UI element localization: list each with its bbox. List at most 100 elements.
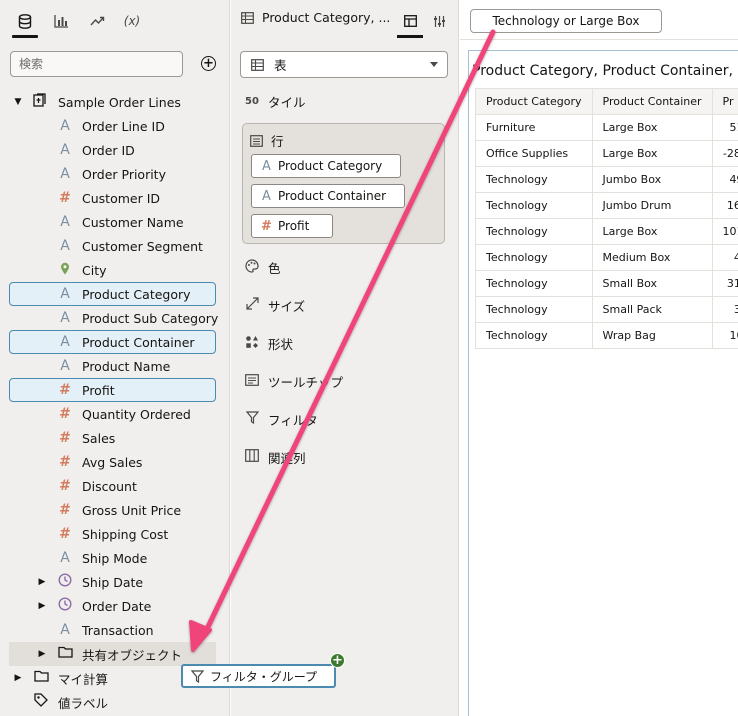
tree-item-column[interactable]: ▶ Order Date (0, 594, 230, 618)
tree-item-column[interactable]: ▶ Ship Date (0, 570, 230, 594)
collapsed-caret-icon[interactable]: ▶ (37, 649, 47, 659)
tree-item-column[interactable]: A Product Sub Category (0, 306, 230, 330)
tree-item-column[interactable]: # Gross Unit Price (0, 498, 230, 522)
tree-item-shared-objects[interactable]: ▶ 共有オブジェクト (0, 642, 230, 666)
tree-item-column[interactable]: # Avg Sales (0, 450, 230, 474)
table-cell: Wrap Bag (591, 322, 713, 349)
tree-item-column[interactable]: A Ship Mode (0, 546, 230, 570)
tree-item-label: Product Container (82, 334, 195, 350)
table-cell: Technology (475, 244, 593, 271)
tree-item-label: Ship Mode (82, 550, 148, 566)
clock-icon (57, 573, 73, 591)
add-data-button[interactable]: + (201, 56, 216, 71)
row-pill-profit[interactable]: # Profit (251, 214, 333, 238)
related-columns-section[interactable]: 関連列 (244, 448, 306, 467)
table-cell: Small Box (591, 270, 713, 297)
table-cell: Medium Box (591, 244, 713, 271)
tree-item-label: 共有オブジェクト (82, 647, 183, 663)
collapsed-caret-icon[interactable]: ▶ (37, 601, 47, 611)
table-row[interactable]: TechnologySmall Pack39, (475, 296, 738, 323)
filter-bar-divider (460, 39, 738, 40)
tree-item-value-labels[interactable]: 値ラベル (0, 690, 230, 714)
viz-title-short: Product Category, ... (262, 10, 391, 25)
measure-icon: # (261, 218, 272, 234)
tile-section[interactable]: 50 タイル (244, 92, 305, 111)
table-cell: Jumbo Drum (591, 192, 713, 219)
tree-item-column[interactable]: A Order Line ID (0, 114, 230, 138)
viz-type-select[interactable]: 表 (240, 51, 448, 78)
table-row[interactable]: FurnitureLarge Box51,( (475, 114, 738, 141)
tree-item-label: Discount (82, 478, 137, 494)
tree-item-column[interactable]: A Product Category (0, 282, 230, 306)
color-section[interactable]: 色 (244, 258, 281, 277)
filter-label: フィルタ (268, 413, 318, 428)
collapsed-caret-icon[interactable]: ▶ (37, 577, 47, 587)
grammar-tab[interactable] (397, 8, 423, 38)
measure-icon: # (59, 502, 71, 518)
calculations-tab[interactable]: (x) (117, 7, 147, 35)
tree-item-column[interactable]: A Customer Segment (0, 234, 230, 258)
attribute-icon: A (60, 286, 70, 302)
tree-item-column[interactable]: A Product Name (0, 354, 230, 378)
table-row[interactable]: TechnologyMedium Box46, (475, 244, 738, 271)
attribute-icon: A (60, 142, 70, 158)
column-header[interactable]: Product Category (475, 88, 593, 115)
analytics-tab[interactable] (82, 7, 112, 35)
viz-header: Product Category, ... (241, 10, 390, 25)
table-row[interactable]: TechnologyJumbo Box49,! (475, 166, 738, 193)
tree-item-label: Order ID (82, 142, 135, 158)
table-row[interactable]: Office SuppliesLarge Box-28,4 (475, 140, 738, 167)
table-icon (241, 11, 254, 24)
table-row[interactable]: TechnologySmall Box314, (475, 270, 738, 297)
rows-drop-zone[interactable]: 行 A Product Category A Product Container… (242, 123, 445, 244)
add-plus-icon: + (330, 653, 345, 668)
tree-item-column[interactable]: A Transaction (0, 618, 230, 642)
data-tab[interactable] (10, 7, 40, 38)
table-cell: 168, (711, 192, 738, 219)
table-row[interactable]: TechnologyLarge Box101,( (475, 218, 738, 245)
filter-icon (191, 669, 204, 683)
tree-item-column[interactable]: A Product Container (0, 330, 230, 354)
tree-item-column[interactable]: # Quantity Ordered (0, 402, 230, 426)
column-header[interactable]: Pr (711, 88, 738, 115)
table-cell: 49,! (711, 166, 738, 193)
rows-label: 行 (271, 134, 284, 149)
tree-item-column[interactable]: A Customer Name (0, 210, 230, 234)
tree-item-column[interactable]: City (0, 258, 230, 282)
row-pill-product-container[interactable]: A Product Container (251, 184, 405, 208)
tree-item-column[interactable]: A Order Priority (0, 162, 230, 186)
visualizations-tab[interactable] (46, 7, 76, 35)
table-row[interactable]: TechnologyWrap Bag10,( (475, 322, 738, 349)
tree-item-column[interactable]: # Shipping Cost (0, 522, 230, 546)
collapsed-caret-icon[interactable]: ▶ (13, 673, 23, 683)
tree-item-column[interactable]: A Order ID (0, 138, 230, 162)
filter-section[interactable]: フィルタ (244, 410, 318, 429)
tooltip-section[interactable]: ツールチップ (244, 372, 343, 391)
filter-chip[interactable]: Technology or Large Box (470, 9, 662, 33)
tile-icon: 50 (245, 96, 259, 107)
measure-icon: # (59, 406, 71, 422)
tree-item-column[interactable]: # Customer ID (0, 186, 230, 210)
viz-title: Product Category, Product Container, Pr (472, 63, 738, 79)
database-icon (18, 13, 32, 29)
size-section[interactable]: サイズ (244, 296, 305, 315)
tree-item-column[interactable]: # Profit (0, 378, 230, 402)
tree-item-column[interactable]: # Discount (0, 474, 230, 498)
tree-item-column[interactable]: # Sales (0, 426, 230, 450)
column-header[interactable]: Product Container (591, 88, 713, 115)
tree-item-label: Avg Sales (82, 454, 143, 470)
tree-root[interactable]: ▼ Sample Order Lines (0, 90, 230, 114)
data-table[interactable]: Product Category Product Container Pr Fu… (475, 88, 738, 349)
size-label: サイズ (268, 299, 306, 314)
row-pill-product-category[interactable]: A Product Category (251, 154, 401, 178)
clock-icon (57, 597, 73, 615)
attribute-icon: A (262, 188, 271, 204)
properties-tab[interactable] (426, 8, 452, 34)
shape-section[interactable]: 形状 (244, 334, 293, 353)
expanded-caret-icon[interactable]: ▼ (13, 97, 23, 107)
table-row[interactable]: TechnologyJumbo Drum168, (475, 192, 738, 219)
filter-group-drag-item[interactable]: フィルタ・グループ (181, 664, 336, 688)
columns-icon (244, 449, 260, 466)
table-cell: Technology (475, 322, 593, 349)
search-input[interactable] (10, 51, 183, 77)
